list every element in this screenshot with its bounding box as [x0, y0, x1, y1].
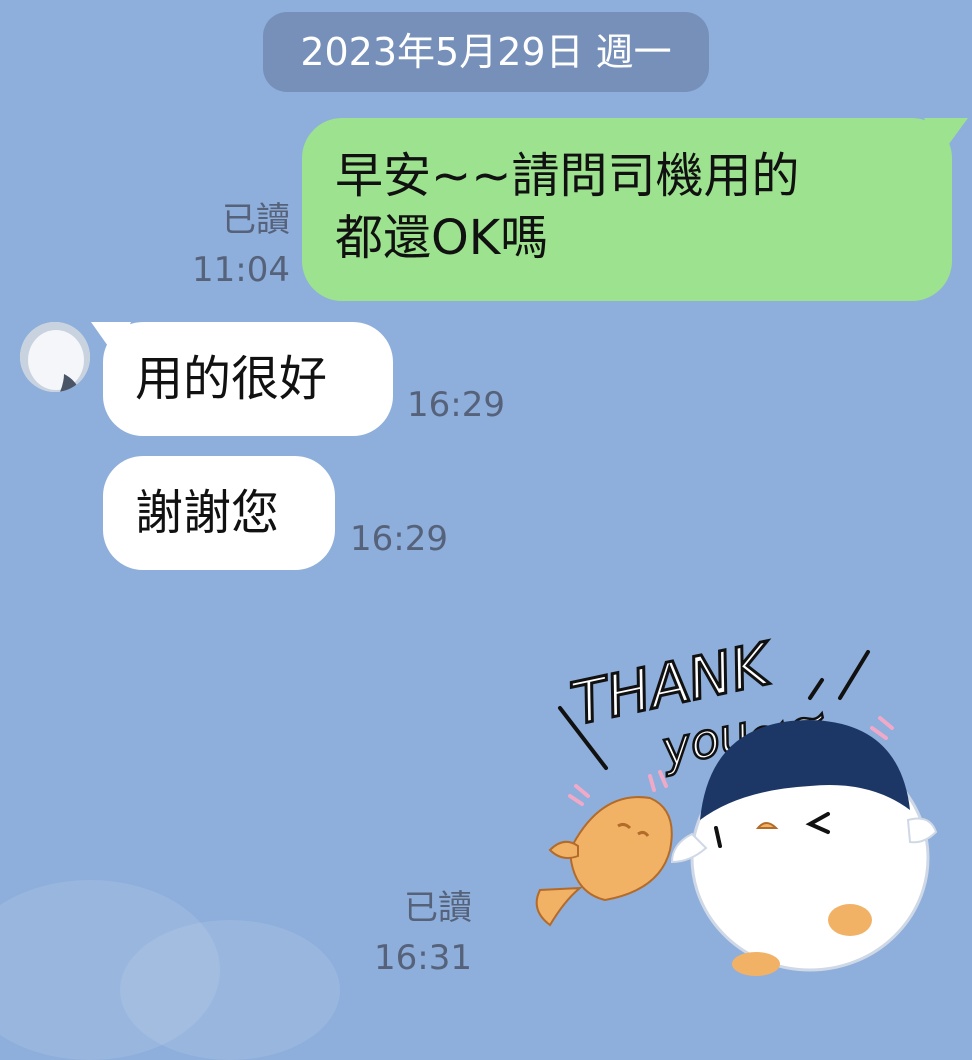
bubble-tail: [924, 118, 968, 154]
penguin-fish-thank-you-sticker-icon[interactable]: THANK you~~: [510, 600, 940, 980]
message-time: 16:29: [407, 385, 505, 425]
incoming-message-bubble[interactable]: 謝謝您: [103, 456, 335, 570]
message-text: 謝謝您: [135, 485, 280, 541]
message-text: 用的很好: [135, 351, 328, 407]
background-cloud: [120, 920, 340, 1060]
bubble-tail: [91, 322, 131, 356]
message-text-line: 早安~~請問司機用的: [335, 148, 800, 204]
message-time: 16:31: [374, 938, 472, 978]
read-receipt: 已讀: [404, 888, 472, 928]
read-receipt: 已讀: [222, 200, 290, 240]
message-time: 16:29: [350, 519, 448, 559]
outgoing-message-bubble[interactable]: 早安~~請問司機用的 都還OK嗎: [302, 118, 968, 301]
message-text-line: 都還OK嗎: [335, 210, 549, 266]
contact-avatar[interactable]: [20, 322, 90, 392]
message-time: 11:04: [192, 250, 290, 290]
incoming-message-bubble[interactable]: 用的很好: [91, 322, 393, 436]
date-header: 2023年5月29日 週一: [263, 12, 709, 92]
